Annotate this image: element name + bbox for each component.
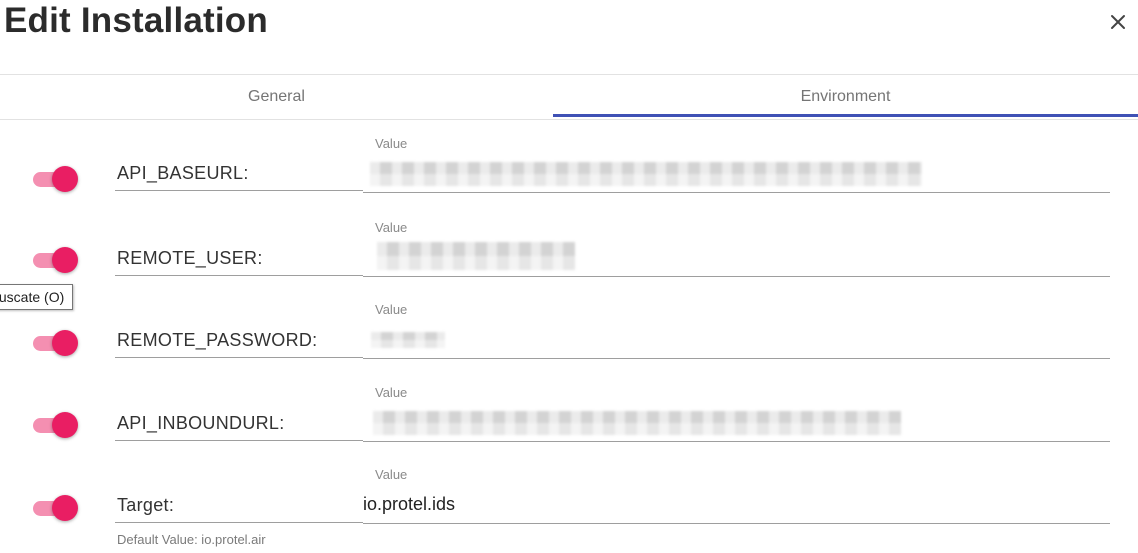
obfuscate-toggle[interactable] xyxy=(32,164,80,194)
variable-name-label: Target: xyxy=(117,495,175,515)
variable-name-label: REMOTE_PASSWORD: xyxy=(117,330,318,350)
obfuscate-toggle[interactable] xyxy=(32,245,80,275)
variable-name-label: REMOTE_USER: xyxy=(117,248,263,268)
redacted-value xyxy=(373,411,901,435)
env-variable-row: API_INBOUNDURL: Value xyxy=(0,385,1138,465)
obfuscate-toggle[interactable] xyxy=(32,328,80,358)
dialog-title: Edit Installation xyxy=(4,1,268,40)
active-tab-indicator xyxy=(553,114,1138,117)
obfuscate-tooltip: fuscate (O) xyxy=(0,284,74,310)
tab-environment[interactable]: Environment xyxy=(553,75,1138,119)
variable-name: API_INBOUNDURL: xyxy=(115,404,363,441)
value-input[interactable]: Value xyxy=(363,302,1110,359)
variable-name-label: API_BASEURL: xyxy=(117,163,249,183)
variable-name: REMOTE_PASSWORD: xyxy=(115,321,363,358)
value-input[interactable]: Value xyxy=(363,220,1110,277)
obfuscate-toggle[interactable] xyxy=(32,410,80,440)
value-input[interactable]: Value xyxy=(363,385,1110,442)
redacted-value xyxy=(370,162,922,186)
value-caption: Value xyxy=(375,302,408,317)
default-value-hint: Default Value: io.protel.air xyxy=(117,532,266,547)
value-input[interactable]: Value xyxy=(363,136,1110,193)
obfuscate-toggle[interactable] xyxy=(32,493,80,523)
env-variable-row: REMOTE_PASSWORD: Value xyxy=(0,302,1138,382)
redacted-value xyxy=(371,332,445,348)
value-text: io.protel.ids xyxy=(363,494,456,514)
env-variable-row: API_BASEURL: Value xyxy=(0,136,1138,216)
variable-name: API_BASEURL: xyxy=(115,154,363,191)
tab-general[interactable]: General xyxy=(0,75,553,119)
variable-name: Target: xyxy=(115,486,363,523)
value-caption: Value xyxy=(375,467,408,482)
env-variable-row: REMOTE_USER: Value xyxy=(0,220,1138,300)
value-caption: Value xyxy=(375,220,408,235)
value-input[interactable]: Value io.protel.ids xyxy=(363,467,1110,524)
variable-name-label: API_INBOUNDURL: xyxy=(117,413,285,433)
value-caption: Value xyxy=(375,136,408,151)
close-icon[interactable] xyxy=(1106,10,1130,34)
value-caption: Value xyxy=(375,385,408,400)
redacted-value xyxy=(377,242,575,270)
variable-name: REMOTE_USER: xyxy=(115,239,363,276)
